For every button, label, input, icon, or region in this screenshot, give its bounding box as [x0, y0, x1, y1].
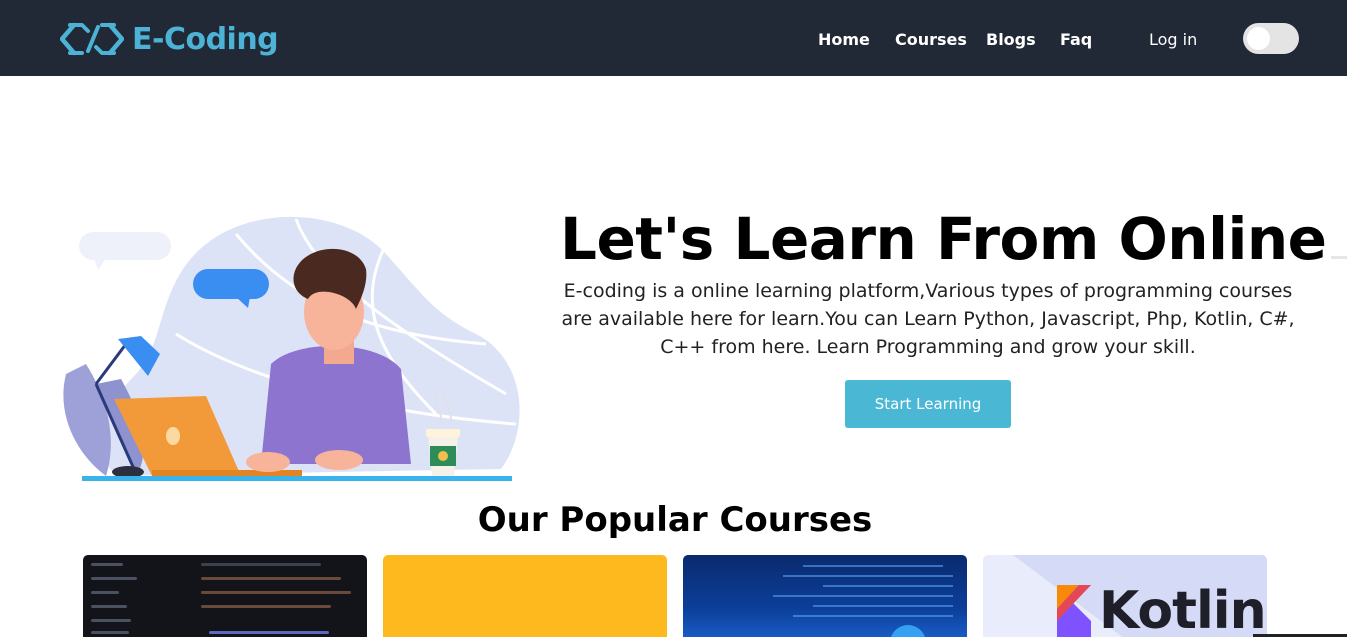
theme-toggle[interactable]: [1243, 23, 1299, 54]
hero-description: E-coding is a online learning platform,V…: [561, 280, 1295, 358]
binary-pattern: [773, 565, 953, 637]
brand-name: E-Coding: [132, 21, 279, 57]
code-line: [201, 563, 321, 566]
typing-cursor: [1330, 256, 1347, 259]
login-link[interactable]: Log in: [1149, 30, 1197, 49]
hero-title-text: Let's Learn From Online: [560, 205, 1327, 273]
hero-illustration: [63, 216, 520, 481]
code-line: [201, 605, 331, 608]
code-line: [91, 563, 123, 566]
code-line: [91, 631, 129, 634]
toggle-knob: [1247, 27, 1270, 50]
code-line: [91, 619, 131, 622]
hero-title: Let's Learn From Online: [560, 205, 1347, 273]
code-brackets-logo-icon: [60, 22, 124, 56]
course-card-javascript[interactable]: [383, 555, 667, 637]
section-title: Our Popular Courses: [477, 500, 873, 540]
course-card-python[interactable]: [83, 555, 367, 637]
brand[interactable]: E-Coding: [60, 19, 279, 59]
code-line: [91, 577, 137, 580]
start-learning-button[interactable]: Start Learning: [845, 380, 1011, 428]
code-line: [209, 631, 329, 634]
nav-home[interactable]: Home: [818, 30, 870, 49]
course-card-cpp[interactable]: [683, 555, 967, 637]
nav-blogs[interactable]: Blogs: [986, 30, 1036, 49]
code-line: [201, 577, 341, 580]
course-card-kotlin[interactable]: Kotlin: [983, 555, 1267, 637]
code-line: [201, 591, 351, 594]
nav-faq[interactable]: Faq: [1060, 30, 1092, 49]
navbar: E-Coding Home Courses Blogs Faq Log in: [0, 0, 1347, 76]
nav-courses[interactable]: Courses: [895, 30, 967, 49]
code-line: [91, 605, 127, 608]
code-line: [91, 591, 119, 594]
kotlin-label: Kotlin: [1099, 581, 1267, 637]
